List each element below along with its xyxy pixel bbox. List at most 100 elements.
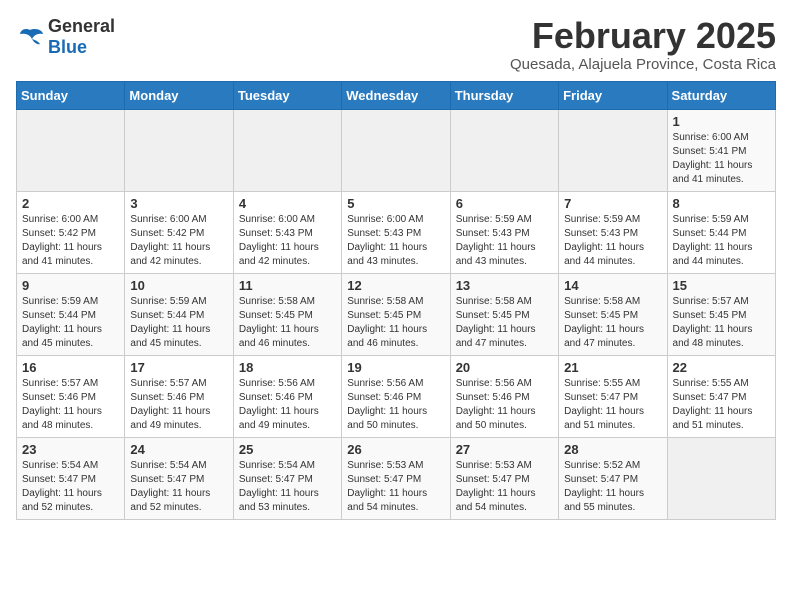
calendar-cell: 10 Sunrise: 5:59 AM Sunset: 5:44 PM Dayli… bbox=[125, 273, 233, 355]
calendar-cell bbox=[125, 109, 233, 191]
calendar-cell: 24 Sunrise: 5:54 AM Sunset: 5:47 PM Dayli… bbox=[125, 437, 233, 519]
day-number: 8 bbox=[673, 196, 770, 211]
day-info: Sunrise: 5:52 AM Sunset: 5:47 PM Dayligh… bbox=[564, 459, 661, 515]
day-number: 15 bbox=[673, 278, 770, 293]
calendar-header-wednesday: Wednesday bbox=[342, 81, 450, 109]
day-info: Sunrise: 5:56 AM Sunset: 5:46 PM Dayligh… bbox=[347, 377, 444, 433]
calendar-cell: 22 Sunrise: 5:55 AM Sunset: 5:47 PM Dayli… bbox=[667, 355, 775, 437]
calendar-header-row: SundayMondayTuesdayWednesdayThursdayFrid… bbox=[17, 81, 776, 109]
calendar-cell: 27 Sunrise: 5:53 AM Sunset: 5:47 PM Dayli… bbox=[450, 437, 558, 519]
day-info: Sunrise: 5:57 AM Sunset: 5:46 PM Dayligh… bbox=[130, 377, 227, 433]
day-number: 12 bbox=[347, 278, 444, 293]
day-number: 16 bbox=[22, 360, 119, 375]
day-info: Sunrise: 5:58 AM Sunset: 5:45 PM Dayligh… bbox=[456, 295, 553, 351]
day-number: 22 bbox=[673, 360, 770, 375]
day-number: 25 bbox=[239, 442, 336, 457]
day-number: 14 bbox=[564, 278, 661, 293]
day-number: 18 bbox=[239, 360, 336, 375]
day-info: Sunrise: 5:59 AM Sunset: 5:44 PM Dayligh… bbox=[22, 295, 119, 351]
day-info: Sunrise: 5:54 AM Sunset: 5:47 PM Dayligh… bbox=[22, 459, 119, 515]
day-number: 24 bbox=[130, 442, 227, 457]
day-info: Sunrise: 5:57 AM Sunset: 5:45 PM Dayligh… bbox=[673, 295, 770, 351]
day-info: Sunrise: 6:00 AM Sunset: 5:41 PM Dayligh… bbox=[673, 131, 770, 187]
title-block: February 2025 Quesada, Alajuela Province… bbox=[510, 16, 776, 73]
day-number: 17 bbox=[130, 360, 227, 375]
day-number: 11 bbox=[239, 278, 336, 293]
day-number: 9 bbox=[22, 278, 119, 293]
calendar-header-thursday: Thursday bbox=[450, 81, 558, 109]
day-info: Sunrise: 6:00 AM Sunset: 5:42 PM Dayligh… bbox=[130, 213, 227, 269]
day-info: Sunrise: 5:53 AM Sunset: 5:47 PM Dayligh… bbox=[456, 459, 553, 515]
day-info: Sunrise: 5:58 AM Sunset: 5:45 PM Dayligh… bbox=[347, 295, 444, 351]
day-number: 19 bbox=[347, 360, 444, 375]
day-info: Sunrise: 5:56 AM Sunset: 5:46 PM Dayligh… bbox=[456, 377, 553, 433]
calendar-week-row: 1 Sunrise: 6:00 AM Sunset: 5:41 PM Daylig… bbox=[17, 109, 776, 191]
day-number: 6 bbox=[456, 196, 553, 211]
calendar-cell: 4Sunrise: 6:00 AM Sunset: 5:43 PM Daylig… bbox=[233, 191, 341, 273]
day-number: 5 bbox=[347, 196, 444, 211]
calendar-cell bbox=[667, 437, 775, 519]
day-number: 1 bbox=[673, 114, 770, 129]
calendar-header-sunday: Sunday bbox=[17, 81, 125, 109]
calendar-header-tuesday: Tuesday bbox=[233, 81, 341, 109]
day-info: Sunrise: 5:54 AM Sunset: 5:47 PM Dayligh… bbox=[130, 459, 227, 515]
day-number: 2 bbox=[22, 196, 119, 211]
calendar-cell: 3Sunrise: 6:00 AM Sunset: 5:42 PM Daylig… bbox=[125, 191, 233, 273]
calendar-header-saturday: Saturday bbox=[667, 81, 775, 109]
calendar-cell: 17 Sunrise: 5:57 AM Sunset: 5:46 PM Dayli… bbox=[125, 355, 233, 437]
calendar-week-row: 9 Sunrise: 5:59 AM Sunset: 5:44 PM Daylig… bbox=[17, 273, 776, 355]
calendar-table: SundayMondayTuesdayWednesdayThursdayFrid… bbox=[16, 81, 776, 520]
calendar-cell: 18 Sunrise: 5:56 AM Sunset: 5:46 PM Dayli… bbox=[233, 355, 341, 437]
day-info: Sunrise: 5:59 AM Sunset: 5:44 PM Dayligh… bbox=[130, 295, 227, 351]
calendar-cell: 12 Sunrise: 5:58 AM Sunset: 5:45 PM Dayli… bbox=[342, 273, 450, 355]
calendar-cell bbox=[450, 109, 558, 191]
calendar-cell: 6 Sunrise: 5:59 AM Sunset: 5:43 PM Daylig… bbox=[450, 191, 558, 273]
location-subtitle: Quesada, Alajuela Province, Costa Rica bbox=[510, 56, 776, 73]
calendar-cell: 23 Sunrise: 5:54 AM Sunset: 5:47 PM Dayli… bbox=[17, 437, 125, 519]
logo-general: General bbox=[48, 16, 115, 36]
day-number: 28 bbox=[564, 442, 661, 457]
calendar-cell: 25 Sunrise: 5:54 AM Sunset: 5:47 PM Dayli… bbox=[233, 437, 341, 519]
calendar-cell: 19 Sunrise: 5:56 AM Sunset: 5:46 PM Dayli… bbox=[342, 355, 450, 437]
calendar-cell: 9 Sunrise: 5:59 AM Sunset: 5:44 PM Daylig… bbox=[17, 273, 125, 355]
day-number: 20 bbox=[456, 360, 553, 375]
day-number: 21 bbox=[564, 360, 661, 375]
calendar-cell: 20 Sunrise: 5:56 AM Sunset: 5:46 PM Dayli… bbox=[450, 355, 558, 437]
day-number: 4 bbox=[239, 196, 336, 211]
day-info: Sunrise: 5:59 AM Sunset: 5:44 PM Dayligh… bbox=[673, 213, 770, 269]
calendar-cell: 2 Sunrise: 6:00 AM Sunset: 5:42 PM Daylig… bbox=[17, 191, 125, 273]
day-info: Sunrise: 5:55 AM Sunset: 5:47 PM Dayligh… bbox=[673, 377, 770, 433]
calendar-cell: 5 Sunrise: 6:00 AM Sunset: 5:43 PM Daylig… bbox=[342, 191, 450, 273]
calendar-header-monday: Monday bbox=[125, 81, 233, 109]
day-info: Sunrise: 5:58 AM Sunset: 5:45 PM Dayligh… bbox=[564, 295, 661, 351]
calendar-cell: 26 Sunrise: 5:53 AM Sunset: 5:47 PM Dayli… bbox=[342, 437, 450, 519]
day-info: Sunrise: 6:00 AM Sunset: 5:43 PM Dayligh… bbox=[347, 213, 444, 269]
day-number: 23 bbox=[22, 442, 119, 457]
day-info: Sunrise: 5:59 AM Sunset: 5:43 PM Dayligh… bbox=[564, 213, 661, 269]
calendar-cell: 11 Sunrise: 5:58 AM Sunset: 5:45 PM Dayli… bbox=[233, 273, 341, 355]
page-header: General Blue February 2025 Quesada, Alaj… bbox=[16, 16, 776, 73]
logo-blue: Blue bbox=[48, 37, 87, 57]
logo-bird-icon bbox=[16, 26, 44, 48]
day-number: 7 bbox=[564, 196, 661, 211]
day-number: 10 bbox=[130, 278, 227, 293]
month-title: February 2025 bbox=[510, 16, 776, 56]
day-info: Sunrise: 6:00 AM Sunset: 5:42 PM Dayligh… bbox=[22, 213, 119, 269]
day-info: Sunrise: 5:59 AM Sunset: 5:43 PM Dayligh… bbox=[456, 213, 553, 269]
calendar-cell: 21Sunrise: 5:55 AM Sunset: 5:47 PM Dayli… bbox=[559, 355, 667, 437]
day-number: 13 bbox=[456, 278, 553, 293]
calendar-cell: 14 Sunrise: 5:58 AM Sunset: 5:45 PM Dayli… bbox=[559, 273, 667, 355]
calendar-week-row: 16 Sunrise: 5:57 AM Sunset: 5:46 PM Dayli… bbox=[17, 355, 776, 437]
calendar-cell bbox=[342, 109, 450, 191]
logo: General Blue bbox=[16, 16, 115, 58]
day-info: Sunrise: 5:53 AM Sunset: 5:47 PM Dayligh… bbox=[347, 459, 444, 515]
day-number: 27 bbox=[456, 442, 553, 457]
day-info: Sunrise: 5:54 AM Sunset: 5:47 PM Dayligh… bbox=[239, 459, 336, 515]
calendar-cell: 13 Sunrise: 5:58 AM Sunset: 5:45 PM Dayli… bbox=[450, 273, 558, 355]
day-number: 26 bbox=[347, 442, 444, 457]
day-info: Sunrise: 5:56 AM Sunset: 5:46 PM Dayligh… bbox=[239, 377, 336, 433]
calendar-cell bbox=[17, 109, 125, 191]
calendar-cell: 16Sunrise: 5:57 AM Sunset: 5:46 PM Dayli… bbox=[17, 355, 125, 437]
day-info: Sunrise: 5:58 AM Sunset: 5:45 PM Dayligh… bbox=[239, 295, 336, 351]
calendar-cell: 7 Sunrise: 5:59 AM Sunset: 5:43 PM Daylig… bbox=[559, 191, 667, 273]
